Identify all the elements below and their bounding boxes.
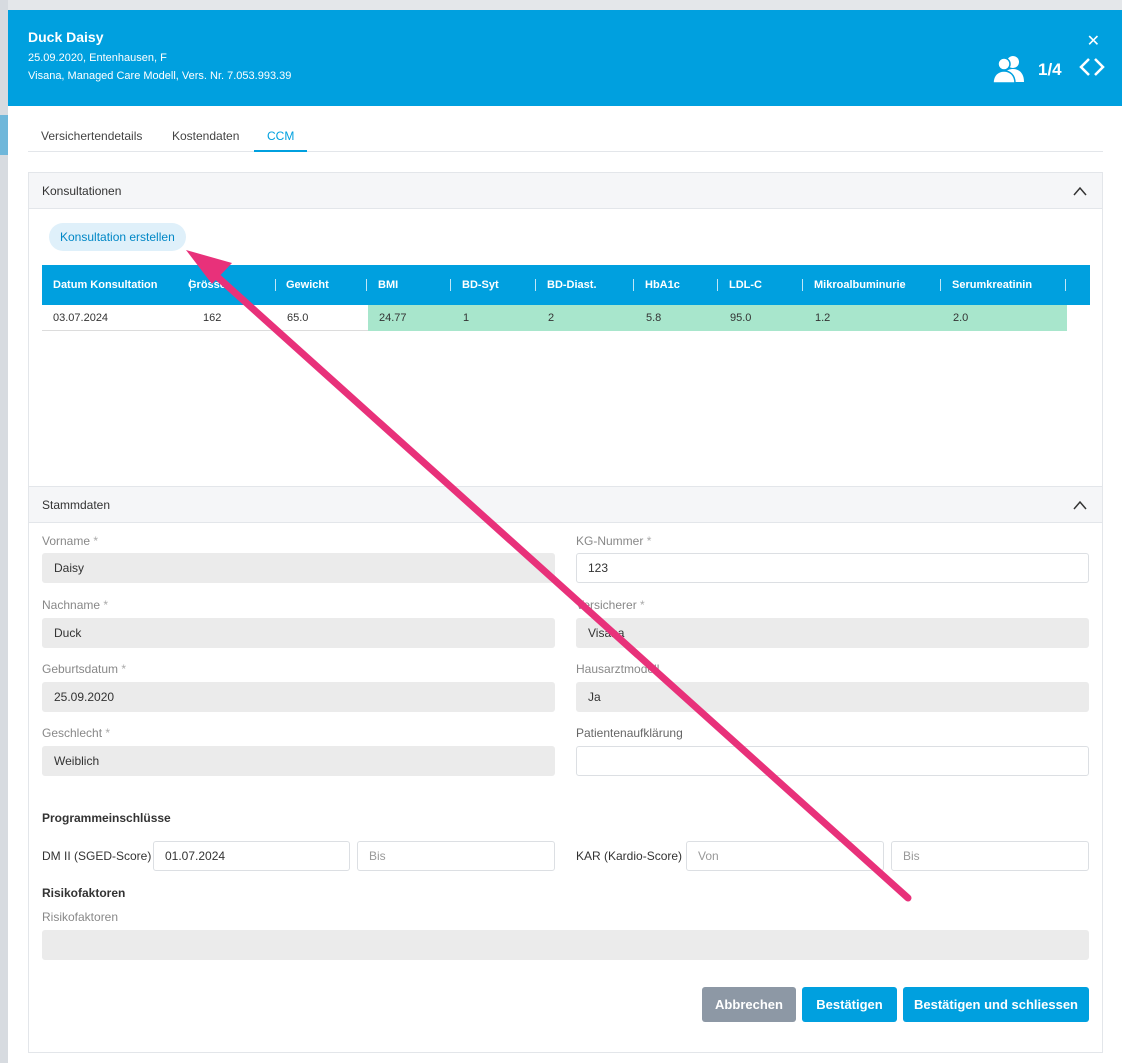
konsultationen-header[interactable]: Konsultationen	[29, 173, 1102, 209]
dm2-bis-field[interactable]: Bis	[357, 841, 555, 871]
kg-nummer-field[interactable]: 123	[576, 553, 1089, 583]
column-header[interactable]: HbA1c	[645, 265, 680, 305]
cell-gewicht: 65.0	[287, 312, 309, 324]
geburtsdatum-label: Geburtsdatum *	[42, 662, 126, 676]
cancel-button[interactable]: Abbrechen	[702, 987, 796, 1022]
cell-bd-diast: 2	[548, 312, 555, 324]
geburtsdatum-field[interactable]: 25.09.2020	[42, 682, 555, 712]
tab-bar: Versichertendetails Kostendaten CCM	[28, 126, 1103, 152]
dm2-von-field[interactable]: 01.07.2024	[153, 841, 350, 871]
geschlecht-label-text: Geschlecht	[42, 726, 103, 740]
column-divider	[535, 279, 536, 291]
modal-header: Duck Daisy 25.09.2020, Entenhausen, F Vi…	[8, 10, 1122, 106]
column-header[interactable]: BD-Diast.	[547, 265, 597, 305]
programmeinschluesse-title: Programmeinschlüsse	[42, 811, 171, 825]
required-mark: *	[93, 534, 99, 548]
patient-counter: 1/4	[1038, 60, 1062, 79]
column-divider	[366, 279, 367, 291]
column-header[interactable]: Gewicht	[286, 265, 329, 305]
kg-nummer-label-text: KG-Nummer	[576, 534, 644, 548]
nachname-label: Nachname *	[42, 598, 108, 612]
consultation-table: Datum Konsultation Grösse Gewicht BMI BD…	[42, 265, 1090, 331]
column-header[interactable]: LDL-C	[729, 265, 762, 305]
patient-insurance-info: Visana, Managed Care Modell, Vers. Nr. 7…	[28, 70, 292, 82]
chevron-right-icon[interactable]	[1092, 56, 1106, 78]
required-mark: *	[646, 534, 652, 548]
stammdaten-title: Stammdaten	[42, 498, 111, 512]
required-mark: *	[103, 598, 109, 612]
patient-name: Duck Daisy	[28, 29, 104, 45]
close-icon[interactable]: ✕	[1087, 34, 1100, 50]
chevron-up-icon[interactable]	[1072, 185, 1088, 197]
versicherer-field[interactable]: Visana	[576, 618, 1089, 648]
column-header[interactable]: Datum Konsultation	[53, 265, 158, 305]
patientenaufklaerung-field[interactable]	[576, 746, 1089, 776]
versicherer-label-text: Versicherer	[576, 598, 637, 612]
confirm-and-close-button[interactable]: Bestätigen und schliessen	[903, 987, 1089, 1022]
kg-nummer-label: KG-Nummer *	[576, 534, 651, 548]
confirm-button[interactable]: Bestätigen	[802, 987, 897, 1022]
table-row[interactable]: 03.07.2024 162 65.0 24.77 1 2 5.8 95.0 1…	[42, 305, 1067, 331]
column-header[interactable]: BMI	[378, 265, 398, 305]
vorname-label: Vorname *	[42, 534, 98, 548]
column-header[interactable]: Grösse	[188, 265, 226, 305]
create-consultation-button[interactable]: Konsultation erstellen	[49, 223, 186, 251]
cell-datum: 03.07.2024	[53, 312, 109, 324]
cell-ldl-c: 95.0	[730, 312, 752, 324]
column-divider	[275, 279, 276, 291]
nachname-label-text: Nachname	[42, 598, 101, 612]
backdrop	[0, 0, 1122, 10]
cell-serumkreatinin: 2.0	[953, 312, 969, 324]
geschlecht-label: Geschlecht *	[42, 726, 110, 740]
cell-bmi: 24.77	[379, 312, 407, 324]
column-divider	[802, 279, 803, 291]
vorname-field[interactable]: Daisy	[42, 553, 555, 583]
column-divider	[717, 279, 718, 291]
risikofaktoren-title: Risikofaktoren	[42, 886, 126, 900]
backdrop-highlight	[0, 115, 8, 155]
tab-ccm[interactable]: CCM	[254, 129, 308, 152]
risikofaktoren-field[interactable]	[42, 930, 1089, 960]
konsultationen-title: Konsultationen	[42, 184, 122, 198]
column-header[interactable]: BD-Syt	[462, 265, 499, 305]
tab-kostendaten[interactable]: Kostendaten	[172, 129, 239, 152]
chevron-up-icon[interactable]	[1072, 499, 1088, 511]
dm2-label: DM II (SGED-Score)	[42, 849, 152, 863]
tab-versichertendetails[interactable]: Versichertendetails	[41, 129, 142, 152]
column-divider	[940, 279, 941, 291]
required-mark: *	[121, 662, 127, 676]
backdrop-side	[0, 0, 8, 1063]
patientenaufklaerung-label: Patientenaufklärung	[576, 726, 683, 740]
hausarztmodell-label: Hausarztmodell	[576, 662, 660, 676]
hausarztmodell-field[interactable]: Ja	[576, 682, 1089, 712]
konsultationen-panel: Konsultationen Konsultation erstellen Da…	[28, 172, 1103, 486]
column-header[interactable]: Mikroalbuminurie	[814, 265, 906, 305]
users-icon	[993, 56, 1024, 84]
column-divider	[1065, 279, 1066, 291]
column-header[interactable]: Serumkreatinin	[952, 265, 1032, 305]
cell-mikroalbuminurie: 1.2	[815, 312, 831, 324]
versicherer-label: Versicherer *	[576, 598, 645, 612]
required-mark: *	[640, 598, 645, 612]
patient-birth-info: 25.09.2020, Entenhausen, F	[28, 52, 167, 64]
chevron-left-icon[interactable]	[1078, 56, 1092, 78]
cell-hba1c: 5.8	[646, 312, 662, 324]
kar-label: KAR (Kardio-Score)	[576, 849, 683, 863]
table-header: Datum Konsultation Grösse Gewicht BMI BD…	[42, 265, 1090, 305]
nachname-field[interactable]: Duck	[42, 618, 555, 648]
kar-bis-field[interactable]: Bis	[891, 841, 1089, 871]
cell-groesse: 162	[203, 312, 222, 324]
required-mark: *	[105, 726, 111, 740]
column-divider	[633, 279, 634, 291]
risikofaktoren-label: Risikofaktoren	[42, 910, 119, 924]
vorname-label-text: Vorname	[42, 534, 91, 548]
patient-modal: Duck Daisy 25.09.2020, Entenhausen, F Vi…	[8, 10, 1122, 1063]
geburtsdatum-label-text: Geburtsdatum	[42, 662, 119, 676]
geschlecht-field[interactable]: Weiblich	[42, 746, 555, 776]
cell-bd-syt: 1	[463, 312, 470, 324]
stammdaten-header[interactable]: Stammdaten	[29, 487, 1102, 523]
column-divider	[450, 279, 451, 291]
kar-von-field[interactable]: Von	[686, 841, 884, 871]
